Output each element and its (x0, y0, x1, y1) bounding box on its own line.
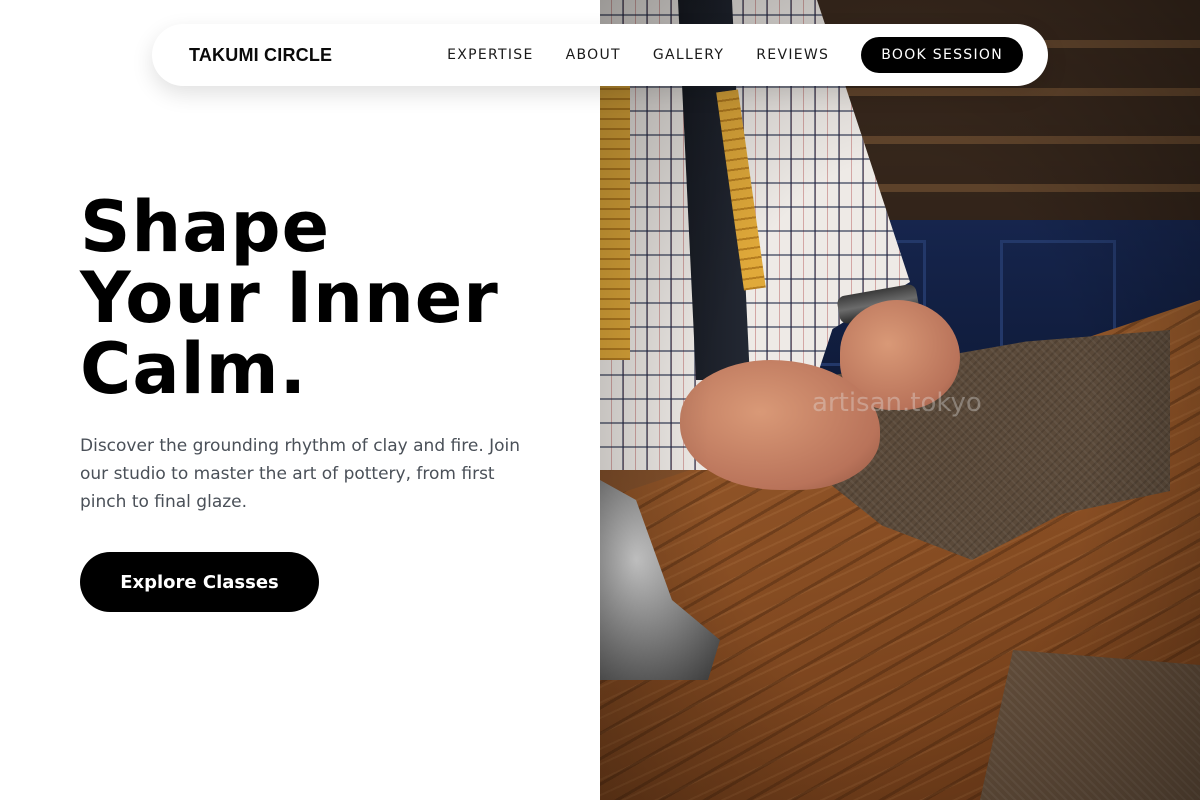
nav-link-gallery[interactable]: GALLERY (653, 47, 724, 63)
hero-headline: Shape Your Inner Calm. (80, 192, 580, 405)
headline-line-1: Shape (80, 186, 331, 268)
top-navbar: TAKUMI CIRCLE EXPERTISE ABOUT GALLERY RE… (152, 24, 1048, 86)
nav-link-about[interactable]: ABOUT (566, 47, 621, 63)
hero-photo-tailor-at-work: artisan.tokyo (600, 0, 1200, 800)
headline-line-2: Your Inner (80, 257, 499, 339)
brand-logo[interactable]: TAKUMI CIRCLE (189, 45, 332, 66)
landing-page: artisan.tokyo TAKUMI CIRCLE EXPERTISE AB… (0, 0, 1200, 800)
explore-classes-button[interactable]: Explore Classes (80, 552, 319, 612)
nav-link-reviews[interactable]: REVIEWS (756, 47, 829, 63)
book-session-button[interactable]: BOOK SESSION (861, 37, 1023, 73)
hero-description: Discover the grounding rhythm of clay an… (80, 436, 521, 512)
hero-section: Shape Your Inner Calm. Discover the grou… (80, 192, 580, 612)
headline-line-3: Calm. (80, 328, 308, 410)
photo-watermark: artisan.tokyo (812, 388, 982, 418)
nav-link-expertise[interactable]: EXPERTISE (447, 47, 534, 63)
nav-links: EXPERTISE ABOUT GALLERY REVIEWS BOOK SES… (447, 37, 1023, 73)
